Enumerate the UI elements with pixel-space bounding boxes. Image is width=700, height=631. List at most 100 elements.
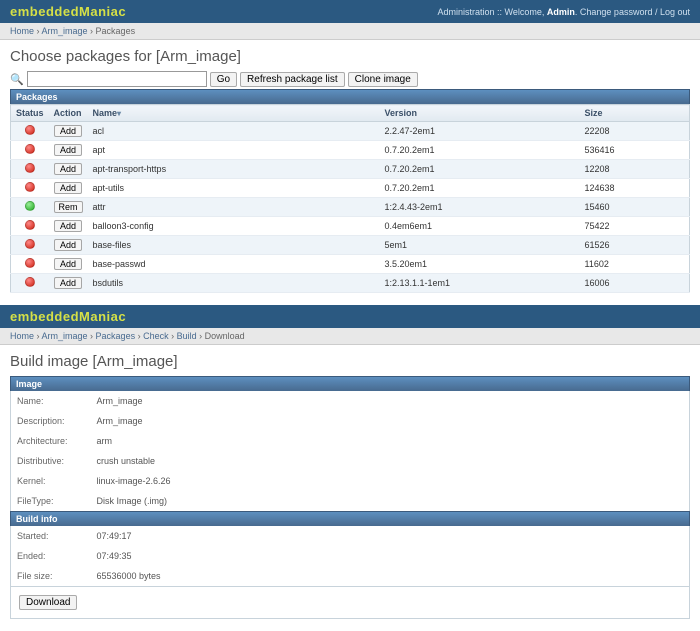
change-password-link[interactable]: Change password <box>580 7 653 17</box>
pkg-version: 1:2.4.43-2em1 <box>380 198 580 217</box>
pkg-version: 0.4em6em1 <box>380 217 580 236</box>
pkg-name: base-passwd <box>88 255 380 274</box>
table-row: Remattr1:2.4.43-2em115460 <box>11 198 690 217</box>
add-button[interactable]: Add <box>54 239 82 251</box>
sort-icon: ▾ <box>117 109 121 118</box>
pkg-size: 11602 <box>580 255 690 274</box>
value-ended: 07:49:35 <box>91 546 690 566</box>
pkg-version: 0.7.20.2em1 <box>380 160 580 179</box>
pkg-version: 5em1 <box>380 236 580 255</box>
value-started: 07:49:17 <box>91 526 690 546</box>
add-button[interactable]: Add <box>54 277 82 289</box>
header-bar: embeddedManiac Administration :: Welcome… <box>0 0 700 23</box>
clone-button[interactable]: Clone image <box>348 72 418 87</box>
download-button[interactable]: Download <box>19 595 77 610</box>
crumb2-check[interactable]: Check <box>143 331 169 341</box>
pkg-size: 15460 <box>580 198 690 217</box>
pkg-name: apt-utils <box>88 179 380 198</box>
crumb-packages: Packages <box>96 26 136 36</box>
header-bar-2: embeddedManiac <box>0 305 700 328</box>
status-dot-icon <box>25 258 35 268</box>
value-arch: arm <box>91 431 690 451</box>
value-filetype: Disk Image (.img) <box>91 491 690 512</box>
crumb2-arm-image[interactable]: Arm_image <box>42 331 88 341</box>
image-section-title: Image <box>10 376 690 391</box>
col-size[interactable]: Size <box>580 105 690 122</box>
table-row: Add bsdutils1:2.13.1.1-1em116006 <box>11 274 690 293</box>
add-button[interactable]: Add <box>54 220 82 232</box>
add-button[interactable]: Add <box>54 182 82 194</box>
rem-button[interactable]: Rem <box>54 201 83 213</box>
pkg-name: acl <box>88 122 380 141</box>
label-kernel: Kernel: <box>11 471 91 491</box>
col-status[interactable]: Status <box>11 105 49 122</box>
label-filesize: File size: <box>11 566 91 587</box>
col-action[interactable]: Action <box>49 105 88 122</box>
crumb2-download: Download <box>205 331 245 341</box>
refresh-button[interactable]: Refresh package list <box>240 72 345 87</box>
status-dot-icon <box>25 239 35 249</box>
pkg-size: 124638 <box>580 179 690 198</box>
logout-link[interactable]: Log out <box>660 7 690 17</box>
page-title: Choose packages for [Arm_image] <box>10 48 690 65</box>
label-started: Started: <box>11 526 91 546</box>
pkg-size: 61526 <box>580 236 690 255</box>
packages-section-title: Packages <box>10 89 690 104</box>
welcome-text: Welcome, <box>505 7 547 17</box>
table-row: Addacl2.2.47-2em122208 <box>11 122 690 141</box>
value-kernel: linux-image-2.6.26 <box>91 471 690 491</box>
col-name[interactable]: Name▾ <box>88 105 380 122</box>
pkg-version: 1:2.13.1.1-1em1 <box>380 274 580 293</box>
label-ended: Ended: <box>11 546 91 566</box>
label-filetype: FileType: <box>11 491 91 512</box>
label-name: Name: <box>11 391 91 411</box>
build-info-section-title: Build info <box>10 511 690 526</box>
pkg-name: bsdutils <box>88 274 380 293</box>
pkg-version: 0.7.20.2em1 <box>380 141 580 160</box>
pkg-size: 536416 <box>580 141 690 160</box>
image-info-table: Name:Arm_image Description:Arm_image Arc… <box>10 391 690 512</box>
admin-user: Admin <box>547 7 575 17</box>
table-row: Addbase-files5em161526 <box>11 236 690 255</box>
crumb-home[interactable]: Home <box>10 26 34 36</box>
pkg-size: 16006 <box>580 274 690 293</box>
crumb-arm-image[interactable]: Arm_image <box>42 26 88 36</box>
brand-2: embeddedManiac <box>10 309 126 324</box>
crumb2-build[interactable]: Build <box>177 331 197 341</box>
packages-table: Status Action Name▾ Version Size Addacl2… <box>10 104 690 293</box>
value-filesize: 65536000 bytes <box>91 566 690 587</box>
brand: embeddedManiac <box>10 4 126 19</box>
pkg-name: balloon3-config <box>88 217 380 236</box>
pkg-name: attr <box>88 198 380 217</box>
go-button[interactable]: Go <box>210 72 237 87</box>
crumb2-home[interactable]: Home <box>10 331 34 341</box>
status-dot-icon <box>25 182 35 192</box>
status-dot-icon <box>25 220 35 230</box>
pkg-size: 12208 <box>580 160 690 179</box>
col-version[interactable]: Version <box>380 105 580 122</box>
value-desc: Arm_image <box>91 411 690 431</box>
pkg-size: 22208 <box>580 122 690 141</box>
pkg-version: 2.2.47-2em1 <box>380 122 580 141</box>
crumb2-packages[interactable]: Packages <box>96 331 136 341</box>
add-button[interactable]: Add <box>54 144 82 156</box>
breadcrumb: Home › Arm_image › Packages <box>0 23 700 40</box>
label-distro: Distributive: <box>11 451 91 471</box>
label-desc: Description: <box>11 411 91 431</box>
search-input[interactable] <box>27 71 207 87</box>
add-button[interactable]: Add <box>54 163 82 175</box>
value-distro: crush unstable <box>91 451 690 471</box>
label-arch: Architecture: <box>11 431 91 451</box>
table-row: Addballoon3-config0.4em6em175422 <box>11 217 690 236</box>
build-title: Build image [Arm_image] <box>10 353 690 370</box>
build-info-table: Started:07:49:17 Ended:07:49:35 File siz… <box>10 526 690 587</box>
admin-prefix: Administration :: <box>438 7 505 17</box>
add-button[interactable]: Add <box>54 125 82 137</box>
table-row: Addapt-transport-https0.7.20.2em112208 <box>11 160 690 179</box>
download-wrap: Download <box>10 587 690 619</box>
build-content: Build image [Arm_image] Image Name:Arm_i… <box>0 345 700 631</box>
add-button[interactable]: Add <box>54 258 82 270</box>
status-dot-icon <box>25 277 35 287</box>
search-icon: 🔍 <box>10 73 24 86</box>
status-dot-icon <box>25 163 35 173</box>
